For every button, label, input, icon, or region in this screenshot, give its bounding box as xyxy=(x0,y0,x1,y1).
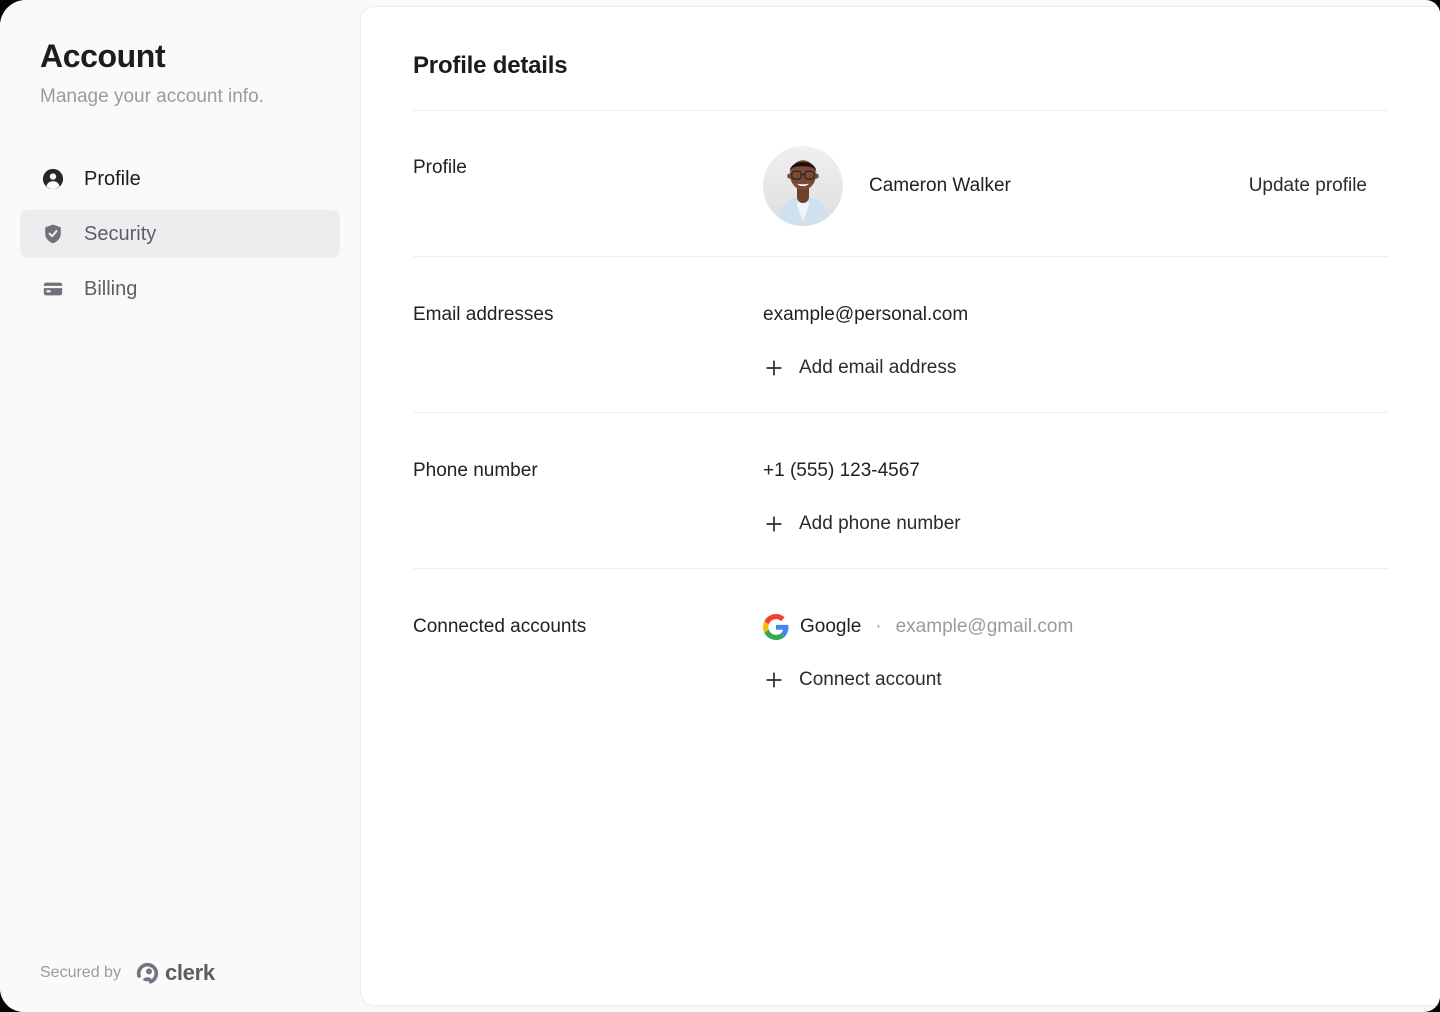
profile-row-label: Profile xyxy=(413,155,763,181)
plus-icon xyxy=(766,360,782,376)
account-modal: Account Manage your account info. Profil… xyxy=(0,0,1440,1012)
sidebar-header: Account Manage your account info. xyxy=(0,0,360,109)
email-row-label: Email addresses xyxy=(413,302,763,381)
connect-account-button[interactable]: Connect account xyxy=(766,667,942,693)
sidebar-item-label: Profile xyxy=(84,168,141,191)
plus-icon xyxy=(766,516,782,532)
update-profile-button[interactable]: Update profile xyxy=(1249,175,1388,197)
provider-name: Google xyxy=(800,616,861,638)
connected-row-label: Connected accounts xyxy=(413,614,763,693)
profile-row: Profile xyxy=(413,111,1388,256)
email-addresses-row: Email addresses example@personal.com Add… xyxy=(413,257,1388,412)
sidebar-item-label: Billing xyxy=(84,278,137,301)
add-email-label: Add email address xyxy=(799,355,956,381)
connect-account-label: Connect account xyxy=(799,667,942,693)
sidebar-item-security[interactable]: Security xyxy=(20,210,340,258)
avatar xyxy=(763,146,843,226)
email-address-value: example@personal.com xyxy=(763,302,968,328)
clerk-wordmark: clerk xyxy=(165,960,215,986)
plus-icon xyxy=(766,672,782,688)
sidebar-nav: Profile Security xyxy=(0,155,360,313)
page-title: Account xyxy=(40,36,320,76)
secured-by-clerk: Secured by clerk xyxy=(40,960,215,986)
add-email-button[interactable]: Add email address xyxy=(766,355,956,381)
credit-card-icon xyxy=(42,278,64,300)
shield-check-icon xyxy=(42,223,64,245)
add-phone-button[interactable]: Add phone number xyxy=(766,511,961,537)
clerk-logo-icon xyxy=(136,962,159,985)
page-subtitle: Manage your account info. xyxy=(40,85,320,109)
phone-row-label: Phone number xyxy=(413,458,763,537)
sidebar-item-label: Security xyxy=(84,223,156,246)
sidebar: Account Manage your account info. Profil… xyxy=(0,0,360,1012)
google-account-item: Google · example@gmail.com xyxy=(763,614,1073,640)
connected-accounts-row: Connected accounts Google · example@gmai… xyxy=(413,569,1388,724)
dot-separator: · xyxy=(872,616,884,638)
user-circle-icon xyxy=(42,168,64,190)
panel-title: Profile details xyxy=(413,50,1388,82)
sidebar-item-billing[interactable]: Billing xyxy=(20,265,340,313)
add-phone-label: Add phone number xyxy=(799,511,961,537)
phone-number-value: +1 (555) 123-4567 xyxy=(763,458,920,484)
profile-details-panel: Profile details Profile xyxy=(360,6,1440,1006)
connected-email-value: example@gmail.com xyxy=(896,616,1074,638)
google-icon xyxy=(763,614,789,640)
clerk-brand[interactable]: clerk xyxy=(136,960,215,986)
profile-name: Cameron Walker xyxy=(869,175,1011,197)
profile-identity: Cameron Walker xyxy=(763,146,1249,226)
sidebar-item-profile[interactable]: Profile xyxy=(20,155,340,203)
secured-by-label: Secured by xyxy=(40,964,121,982)
phone-number-row: Phone number +1 (555) 123-4567 Add phone… xyxy=(413,413,1388,568)
